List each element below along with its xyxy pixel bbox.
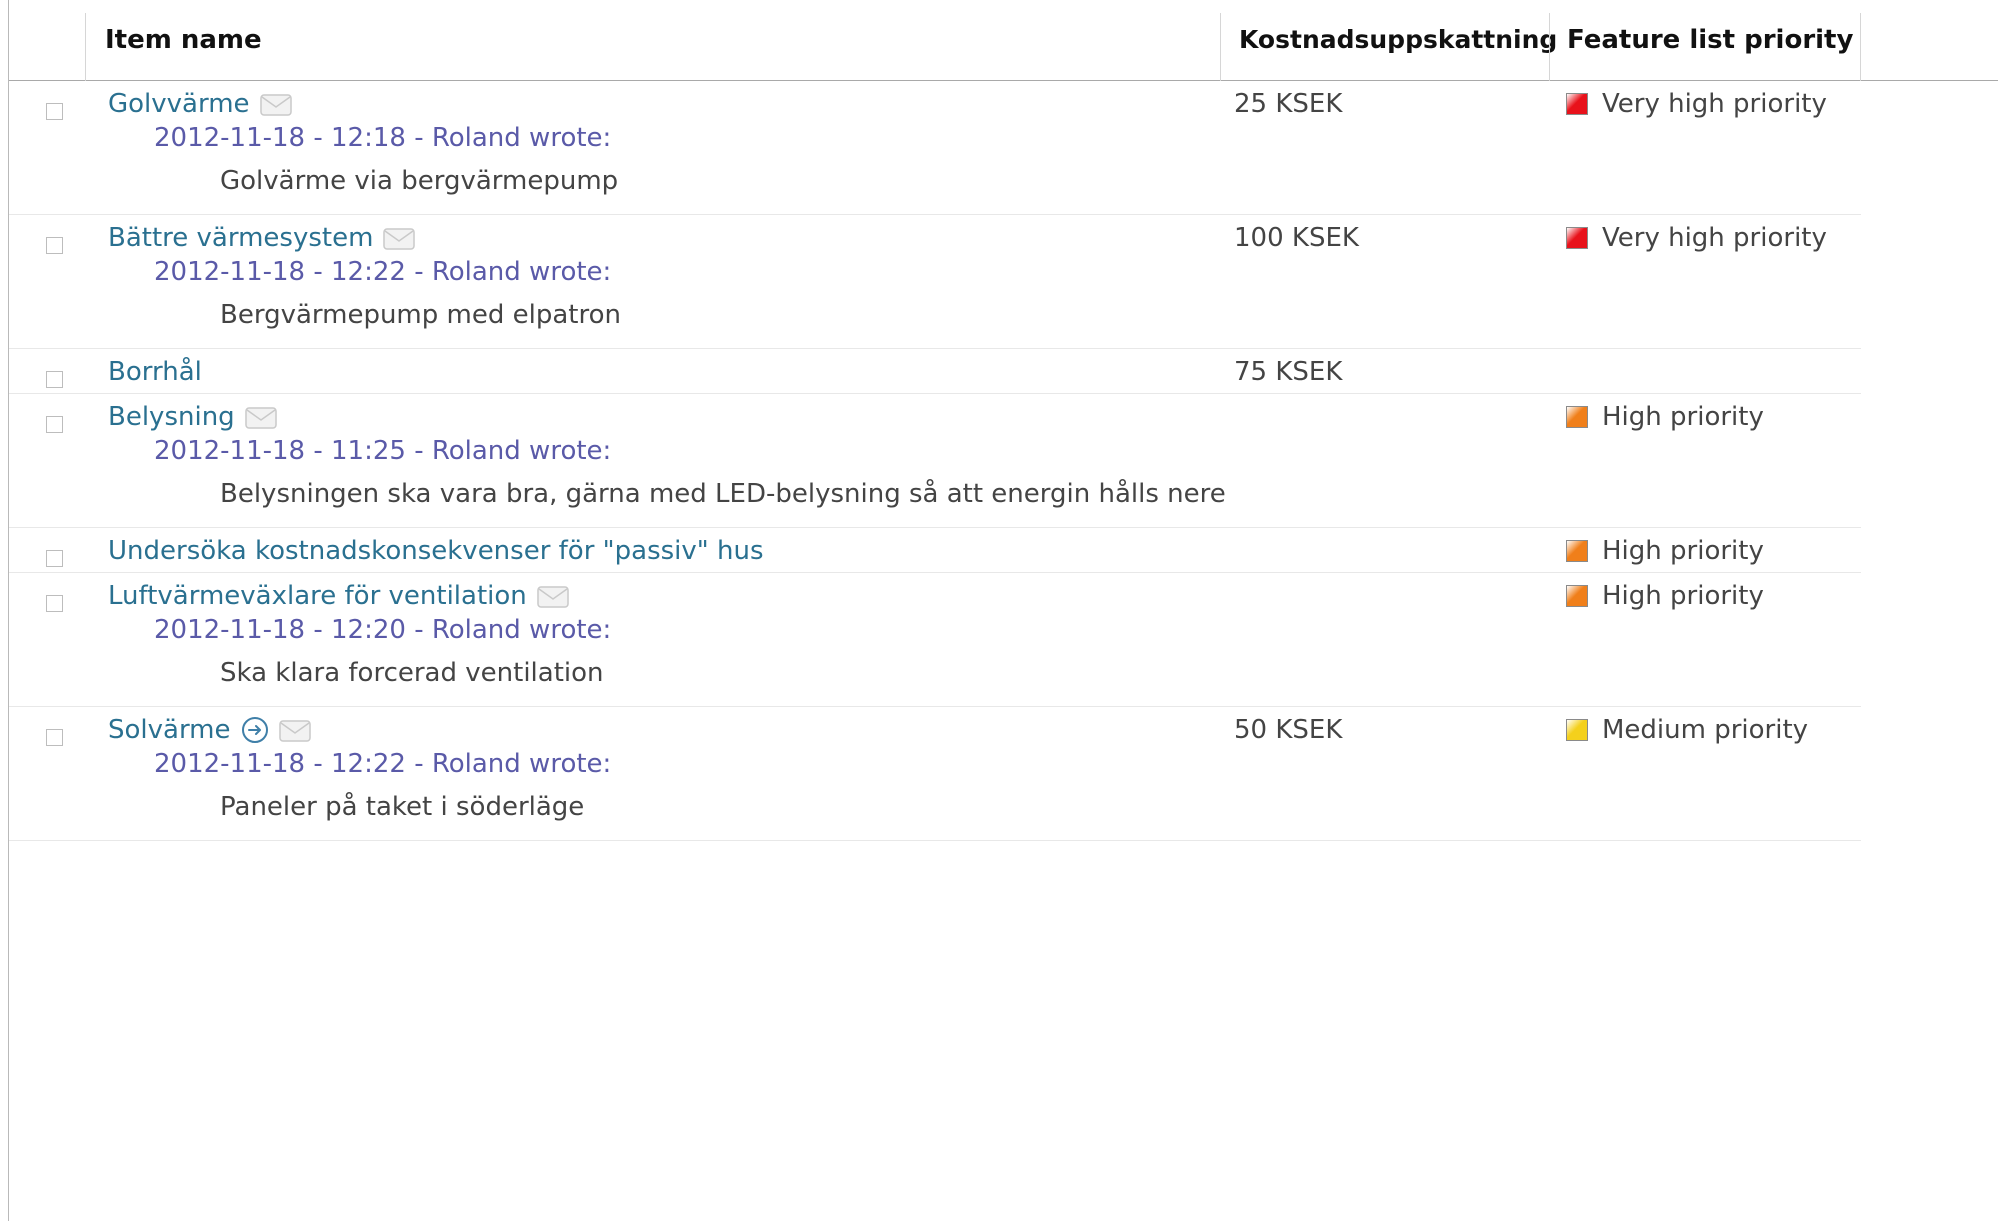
item-title-text[interactable]: Bättre värmesystem — [108, 223, 373, 253]
priority-value: Medium priority — [1566, 715, 1808, 745]
arrow-circle-icon[interactable] — [241, 716, 269, 744]
comment-meta: 2012-11-18 - 12:18 - Roland wrote: — [154, 123, 612, 153]
column-divider — [85, 13, 86, 81]
priority-color-icon — [1566, 540, 1588, 562]
comment-meta: 2012-11-18 - 12:22 - Roland wrote: — [154, 257, 612, 287]
item-title-link[interactable]: Solvärme — [108, 715, 311, 745]
envelope-icon[interactable] — [383, 227, 416, 250]
envelope-icon[interactable] — [244, 406, 277, 429]
row-select-checkbox[interactable] — [46, 237, 63, 254]
item-title-text[interactable]: Solvärme — [108, 715, 231, 745]
column-divider — [1860, 13, 1861, 81]
priority-label: Very high priority — [1602, 223, 1827, 253]
priority-color-icon — [1566, 93, 1588, 115]
priority-color-icon — [1566, 406, 1588, 428]
comment-meta: 2012-11-18 - 12:20 - Roland wrote: — [154, 615, 612, 645]
list-item[interactable]: Undersöka kostnadskonsekvenser för "pass… — [9, 528, 1861, 573]
list-item[interactable]: Luftvärmeväxlare för ventilation 2012-11-… — [9, 573, 1861, 707]
item-title-text[interactable]: Undersöka kostnadskonsekvenser för "pass… — [108, 536, 764, 566]
priority-value: Very high priority — [1566, 223, 1827, 253]
priority-color-icon — [1566, 227, 1588, 249]
list-header: Item name Kostnadsuppskattning Feature l… — [9, 13, 1998, 81]
item-title-text[interactable]: Belysning — [108, 402, 235, 432]
priority-label: Medium priority — [1602, 715, 1809, 745]
column-header-cost[interactable]: Kostnadsuppskattning — [1239, 13, 1557, 81]
list-item[interactable]: Golvvärme 2012-11-18 - 12:18 - Roland wro… — [9, 81, 1861, 215]
list-view: Item name Kostnadsuppskattning Feature l… — [8, 0, 1998, 1221]
priority-value: Very high priority — [1566, 89, 1827, 119]
comment-text: Belysningen ska vara bra, gärna med LED-… — [220, 479, 1226, 509]
cost-estimate: 25 KSEK — [1234, 89, 1343, 119]
list-item[interactable]: Belysning 2012-11-18 - 11:25 - Roland wro… — [9, 394, 1861, 528]
priority-color-icon — [1566, 585, 1588, 607]
priority-label: High priority — [1602, 402, 1764, 432]
item-list: Golvvärme 2012-11-18 - 12:18 - Roland wro… — [9, 81, 1861, 841]
list-item[interactable]: Solvärme 2012-11-18 - 12:22 - Roland wrot… — [9, 707, 1861, 841]
row-select-checkbox[interactable] — [46, 103, 63, 120]
item-title-link[interactable]: Golvvärme — [108, 89, 292, 119]
column-header-priority[interactable]: Feature list priority — [1567, 13, 1853, 81]
item-title-text[interactable]: Borrhål — [108, 357, 202, 387]
cost-estimate: 50 KSEK — [1234, 715, 1343, 745]
comment-meta: 2012-11-18 - 11:25 - Roland wrote: — [154, 436, 612, 466]
select-all-column-header[interactable] — [9, 13, 85, 81]
row-select-checkbox[interactable] — [46, 416, 63, 433]
row-select-checkbox[interactable] — [46, 371, 63, 388]
priority-label: High priority — [1602, 581, 1764, 611]
envelope-icon[interactable] — [278, 719, 311, 742]
comment-text: Bergvärmepump med elpatron — [220, 300, 621, 330]
item-title-link[interactable]: Undersöka kostnadskonsekvenser för "pass… — [108, 536, 764, 566]
item-title-text[interactable]: Luftvärmeväxlare för ventilation — [108, 581, 527, 611]
cost-estimate: 75 KSEK — [1234, 357, 1343, 387]
comment-text: Paneler på taket i söderläge — [220, 792, 585, 822]
row-select-checkbox[interactable] — [46, 550, 63, 567]
comment-text: Ska klara forcerad ventilation — [220, 658, 604, 688]
priority-value: High priority — [1566, 581, 1764, 611]
item-title-link[interactable]: Luftvärmeväxlare för ventilation — [108, 581, 569, 611]
priority-label: High priority — [1602, 536, 1764, 566]
comment-meta: 2012-11-18 - 12:22 - Roland wrote: — [154, 749, 612, 779]
row-select-checkbox[interactable] — [46, 729, 63, 746]
list-item[interactable]: Borrhål 75 KSEK — [9, 349, 1861, 394]
envelope-icon[interactable] — [537, 585, 569, 608]
column-header-item-name[interactable]: Item name — [105, 13, 262, 81]
priority-label: Very high priority — [1602, 89, 1827, 119]
column-divider — [1220, 13, 1221, 81]
column-divider — [1549, 13, 1550, 81]
item-title-link[interactable]: Belysning — [108, 402, 277, 432]
envelope-icon[interactable] — [259, 93, 292, 116]
comment-text: Golvärme via bergvärmepump — [220, 166, 619, 196]
cost-estimate: 100 KSEK — [1234, 223, 1359, 253]
priority-color-icon — [1566, 719, 1588, 741]
item-title-link[interactable]: Bättre värmesystem — [108, 223, 416, 253]
row-select-checkbox[interactable] — [46, 595, 63, 612]
list-item[interactable]: Bättre värmesystem 2012-11-18 - 12:22 - R… — [9, 215, 1861, 349]
item-title-text[interactable]: Golvvärme — [108, 89, 250, 119]
priority-value: High priority — [1566, 402, 1764, 432]
priority-value: High priority — [1566, 536, 1764, 566]
item-title-link[interactable]: Borrhål — [108, 357, 202, 387]
